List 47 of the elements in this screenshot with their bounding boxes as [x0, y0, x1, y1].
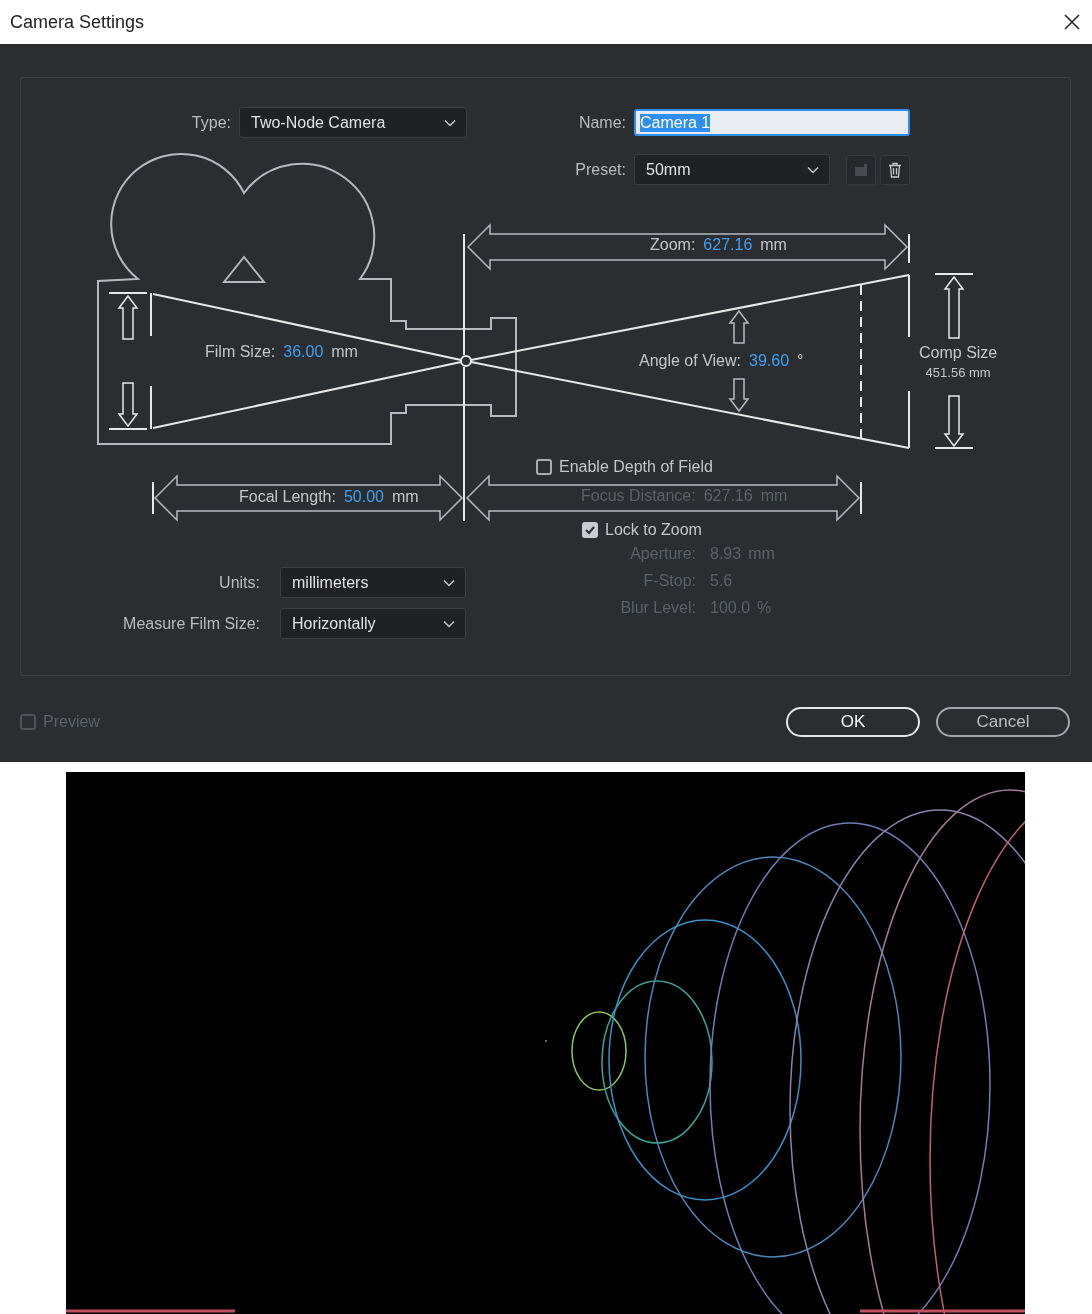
film-size-value[interactable]: 36.00 [283, 343, 324, 361]
pivot-circle [460, 355, 472, 367]
film-size-label: Film Size: [205, 343, 276, 361]
unit-label: ° [797, 352, 804, 370]
preset-label: Preset: [575, 160, 626, 179]
checkbox-label[interactable]: Lock to Zoom [605, 521, 702, 539]
chevron-down-icon [444, 118, 456, 127]
units-label: Units: [219, 573, 260, 592]
focal-length-label: Focal Length: [239, 488, 336, 506]
delete-preset-button[interactable] [880, 154, 910, 185]
type-dropdown[interactable]: Two-Node Camera [239, 107, 467, 138]
guide-line [908, 233, 910, 264]
name-field[interactable]: Camera 1 [634, 109, 910, 136]
close-icon[interactable] [1064, 14, 1080, 30]
angle-of-view-label: Angle of View: [639, 352, 741, 370]
measure-film-size-label: Measure Film Size: [123, 614, 260, 633]
unit-label: % [757, 599, 772, 617]
guide-line [152, 481, 154, 515]
preset-dropdown[interactable]: 50mm [634, 154, 830, 185]
window-title: Camera Settings [10, 11, 145, 33]
comp-size-value: 451.56 mm [925, 365, 991, 380]
unit-label: mm [392, 488, 419, 506]
chevron-down-icon [443, 619, 455, 628]
zoom-value[interactable]: 627.16 [703, 236, 753, 254]
chevron-down-icon [443, 578, 455, 587]
up-arrow [728, 309, 750, 344]
comp-size-label: Comp Size [919, 344, 998, 362]
type-label: Type: [191, 113, 231, 132]
down-arrow [728, 378, 750, 413]
angle-of-view-value[interactable]: 39.60 [749, 352, 790, 370]
unit-label: mm [331, 343, 358, 361]
measure-film-size-dropdown[interactable]: Horizontally [280, 608, 466, 639]
trash-icon [887, 161, 903, 178]
triangle-mark [221, 255, 267, 283]
chevron-down-icon [807, 165, 819, 174]
zoom-label: Zoom: [650, 236, 696, 254]
guide-line [860, 481, 862, 515]
name-label: Name: [578, 113, 626, 132]
save-icon [853, 161, 869, 178]
checkbox[interactable] [536, 459, 552, 475]
checkbox-label[interactable]: Enable Depth of Field [559, 458, 713, 476]
dialog-button[interactable]: Cancel [936, 707, 1070, 737]
check-icon [584, 524, 596, 536]
dialog-button[interactable]: OK [786, 707, 920, 737]
focal-length-value[interactable]: 50.00 [343, 488, 384, 506]
units-dropdown[interactable]: millimeters [280, 567, 466, 598]
unit-label: mm [760, 236, 787, 254]
